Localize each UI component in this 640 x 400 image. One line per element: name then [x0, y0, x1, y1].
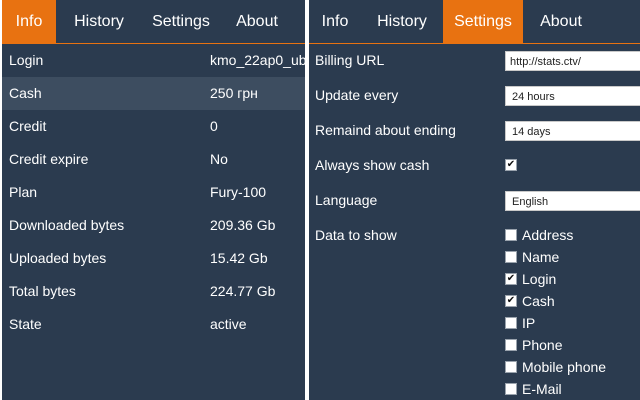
- row-value: 15.42 Gb: [210, 250, 268, 266]
- option-address[interactable]: Address: [504, 225, 640, 245]
- info-row-state: State active: [2, 308, 305, 341]
- info-row-credit: Credit 0: [2, 110, 305, 143]
- remind-select[interactable]: 14 days: [505, 121, 640, 141]
- option-label: IP: [522, 315, 536, 331]
- row-value: 224.77 Gb: [210, 283, 276, 299]
- tab-history[interactable]: History: [365, 0, 439, 43]
- update-every-select[interactable]: 24 hours: [505, 86, 640, 106]
- row-value: Fury-100: [210, 184, 267, 200]
- address-checkbox[interactable]: [505, 229, 517, 241]
- tab-settings[interactable]: Settings: [443, 0, 523, 43]
- email-checkbox[interactable]: [505, 383, 517, 395]
- option-label: Address: [522, 227, 574, 243]
- tab-about[interactable]: About: [224, 0, 290, 43]
- tab-bar: Info History Settings About: [2, 0, 305, 44]
- info-row-plan: Plan Fury-100: [2, 176, 305, 209]
- row-value: 0: [210, 118, 218, 134]
- info-row-cash: Cash 250 грн: [2, 77, 305, 110]
- name-checkbox[interactable]: [505, 251, 517, 263]
- option-name[interactable]: Name: [504, 247, 640, 267]
- row-label: Uploaded bytes: [9, 250, 107, 266]
- option-phone[interactable]: Phone: [504, 335, 640, 355]
- row-label: Credit expire: [9, 151, 89, 167]
- ip-checkbox[interactable]: [505, 317, 517, 329]
- option-label: Login: [522, 271, 557, 287]
- option-label: Cash: [522, 293, 555, 309]
- option-cash[interactable]: ✔ Cash: [504, 291, 640, 311]
- row-label: State: [9, 316, 42, 332]
- tab-settings[interactable]: Settings: [142, 0, 220, 43]
- row-value: active: [210, 316, 247, 332]
- billing-url-label: Billing URL: [315, 52, 385, 68]
- option-label: E-Mail: [522, 381, 562, 397]
- tab-info[interactable]: Info: [2, 0, 56, 43]
- settings-panel: Info History Settings About Billing URL …: [309, 0, 640, 400]
- always-show-cash-label: Always show cash: [315, 157, 430, 173]
- info-row-login: Login kmo_22ap0_ub: [2, 44, 305, 77]
- row-label: Downloaded bytes: [9, 217, 125, 233]
- option-login[interactable]: ✔ Login: [504, 269, 640, 289]
- language-label: Language: [315, 192, 378, 208]
- row-label: Cash: [9, 85, 42, 101]
- row-label: Plan: [9, 184, 38, 200]
- info-row-downloaded: Downloaded bytes 209.36 Gb: [2, 209, 305, 242]
- option-email[interactable]: E-Mail: [504, 379, 640, 399]
- option-label: Mobile phone: [522, 359, 607, 375]
- row-value: 209.36 Gb: [210, 217, 276, 233]
- option-label: Phone: [522, 337, 563, 353]
- info-row-uploaded: Uploaded bytes 15.42 Gb: [2, 242, 305, 275]
- phone-checkbox[interactable]: [505, 339, 517, 351]
- remind-label: Remaind about ending: [315, 122, 456, 138]
- row-value: No: [210, 151, 228, 167]
- row-label: Login: [9, 52, 44, 68]
- option-label: Name: [522, 249, 560, 265]
- always-show-cash-checkbox[interactable]: ✔: [505, 159, 517, 171]
- info-row-credit-expire: Credit expire No: [2, 143, 305, 176]
- tab-about[interactable]: About: [527, 0, 595, 43]
- mobile-phone-checkbox[interactable]: [505, 361, 517, 373]
- option-ip[interactable]: IP: [504, 313, 640, 333]
- info-row-total: Total bytes 224.77 Gb: [2, 275, 305, 308]
- language-select[interactable]: English: [505, 191, 640, 211]
- row-value: kmo_22ap0_ub: [210, 52, 305, 68]
- info-panel: Info History Settings About Login kmo_22…: [2, 0, 305, 400]
- row-value: 250 грн: [210, 85, 258, 101]
- billing-url-input[interactable]: http://stats.ctv/: [505, 51, 640, 71]
- login-checkbox[interactable]: ✔: [505, 273, 517, 285]
- data-to-show-label: Data to show: [315, 227, 397, 243]
- tab-history[interactable]: History: [60, 0, 138, 43]
- tab-bar: Info History Settings About: [309, 0, 640, 44]
- option-mobile-phone[interactable]: Mobile phone: [504, 357, 640, 377]
- update-every-label: Update every: [315, 87, 399, 103]
- tab-info[interactable]: Info: [309, 0, 361, 43]
- row-label: Total bytes: [9, 283, 76, 299]
- row-label: Credit: [9, 118, 47, 134]
- cash-checkbox[interactable]: ✔: [505, 295, 517, 307]
